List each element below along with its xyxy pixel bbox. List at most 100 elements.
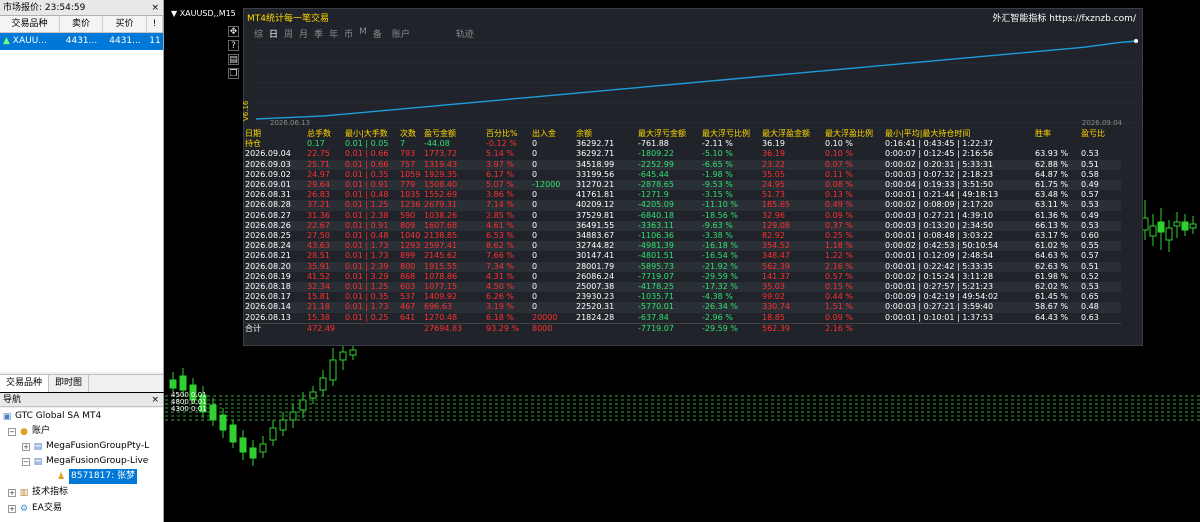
stats-cell: 0	[532, 282, 538, 292]
collapse-icon[interactable]: −	[22, 457, 30, 466]
expand-icon[interactable]: +	[8, 488, 16, 497]
stats-cell: 0.58	[1081, 169, 1099, 179]
candle-body	[1149, 225, 1157, 237]
chevron-down-icon[interactable]: ▼	[171, 9, 177, 18]
stats-cell: 4.50 %	[486, 282, 514, 292]
stats-cell: 0:00:01 | 0:27:57 | 5:21:23	[885, 282, 994, 292]
stats-cell: 40209.12	[576, 200, 615, 210]
stats-cell: 0:00:04 | 0:19:33 | 3:51:50	[885, 180, 994, 190]
expand-icon[interactable]: +	[22, 442, 30, 451]
stats-cell: 3.97 %	[486, 159, 514, 169]
tree-item-server-2[interactable]: − ▤ MegaFusionGroup-Live	[22, 454, 148, 469]
tree-item-server-1[interactable]: + ▤ MegaFusionGroupPty-L	[22, 439, 149, 454]
stats-cell: 99.02	[762, 292, 785, 302]
close-icon[interactable]: ×	[151, 393, 163, 406]
symbol-row[interactable]: ▲ XAUU... 4431... 4431... 11	[0, 33, 163, 50]
stats-cell: 1.22 %	[825, 251, 853, 261]
column-bid[interactable]: 卖价	[60, 16, 103, 32]
stats-cell: 0:00:07 | 0:12:45 | 2:16:56	[885, 149, 994, 159]
stats-cell: 141.37	[762, 271, 790, 281]
help-icon[interactable]: ?	[228, 40, 239, 51]
overlay-brand[interactable]: 外汇智能指标 https://fxznzb.com/	[992, 11, 1136, 24]
stats-cell: 0.07 %	[825, 159, 853, 169]
column-ask[interactable]: 买价	[103, 16, 147, 32]
stats-cell: 持仓	[245, 139, 261, 149]
stats-cell: 36491.55	[576, 220, 615, 230]
stats-cell: 0	[532, 292, 538, 302]
candle-body	[319, 377, 327, 391]
stats-cell: 4.61 %	[486, 220, 514, 230]
expand-icon[interactable]: +	[8, 504, 16, 513]
stats-cell: 0.57	[1081, 251, 1099, 261]
stats-cell: 3.86 %	[486, 190, 514, 200]
stats-cell: 1078.86	[424, 271, 458, 281]
stats-cell: 7.34 %	[486, 261, 514, 271]
tree-item-ea[interactable]: + ⚙ EA交易	[8, 501, 62, 516]
stats-cell: 63.93 %	[1035, 149, 1069, 159]
equity-curve	[254, 39, 1139, 124]
stats-cell: 27.50	[307, 231, 330, 241]
stats-cell: 0.10 %	[825, 139, 853, 149]
tree-label: 8571817: 张梦	[69, 469, 137, 484]
level-labels: 4500 0.01 4800 0.01 4300 0.01	[171, 392, 207, 413]
crosshair-icon[interactable]: ✥	[228, 26, 239, 37]
tree-label: 技术指标	[32, 487, 69, 497]
market-watch-title-bar: 市场报价: 23:54:59 ×	[0, 0, 163, 16]
stats-cell: 0.01 | 1.73	[345, 302, 389, 312]
stats-cell: 34518.99	[576, 159, 615, 169]
stats-cell: 0:00:01 | 0:12:09 | 2:48:54	[885, 251, 994, 261]
stats-cell: 1.51 %	[825, 302, 853, 312]
stats-cell: -29.59 %	[702, 271, 738, 281]
stats-cell: 0.44 %	[825, 292, 853, 302]
column-extra[interactable]: !	[147, 16, 163, 32]
stats-cell: -2.96 %	[702, 312, 733, 322]
stats-cell: 2026.08.25	[245, 231, 291, 241]
candle-body	[329, 359, 337, 381]
tree-item-broker[interactable]: ▣ GTC Global SA MT4	[2, 409, 102, 424]
stats-cell: 0.37 %	[825, 220, 853, 230]
stats-cell: 36.19	[762, 149, 785, 159]
stats-cell: 2597.41	[424, 241, 458, 251]
stats-cell: 15.81	[307, 292, 330, 302]
stats-cell: 0.01 | 0.66	[345, 159, 389, 169]
collapse-icon[interactable]: −	[8, 427, 16, 436]
stats-row: 2026.08.28 37.21 0.01 | 1.25 1236 2679.31 7.1…	[245, 200, 1121, 211]
stats-cell: 2.85 %	[486, 210, 514, 220]
stats-cell: 31270.21	[576, 180, 615, 190]
tree-label: 账户	[32, 426, 51, 436]
stats-cell: -5770.01	[638, 302, 674, 312]
stats-cell: 次数	[400, 129, 416, 138]
stats-cell	[576, 322, 638, 335]
tab-symbols[interactable]: 交易品种	[0, 375, 50, 392]
stats-cell: 0.63	[1081, 312, 1099, 322]
stats-cell: 0.01 | 0.66	[345, 149, 389, 159]
stats-row: 2026.08.19 41.52 0.01 | 3.29 868 1078.86 4.31…	[245, 272, 1121, 282]
stats-cell: -16.18 %	[702, 241, 738, 251]
stats-cell: 2026.09.03	[245, 159, 291, 169]
tree-item-indicators[interactable]: + ▥ 技术指标	[8, 485, 68, 500]
tree-label: GTC Global SA MT4	[15, 411, 102, 421]
stats-cell: -9.53 %	[702, 180, 733, 190]
stats-cell: 64.87 %	[1035, 169, 1069, 179]
tab-tick-chart[interactable]: 即时图	[49, 375, 90, 392]
tree-item-account[interactable]: ♟ 8571817: 张梦	[56, 469, 137, 484]
stats-cell: 25.71	[307, 159, 330, 169]
stats-cell: 盈亏比	[1081, 129, 1105, 138]
stats-cell: 盈亏金额	[424, 129, 456, 138]
tree-label: EA交易	[32, 503, 62, 513]
column-symbol[interactable]: 交易品种	[0, 16, 60, 32]
stats-cell: 37.21	[307, 200, 330, 210]
stats-cell: -645.44	[638, 169, 669, 179]
stats-cell: 百分比%	[486, 129, 518, 138]
close-icon[interactable]: ×	[151, 0, 163, 15]
ea-icon: ⚙	[19, 503, 29, 514]
candle-body	[1165, 227, 1173, 241]
stats-cell: 6.18 %	[486, 312, 514, 322]
stats-cell: 0:00:02 | 0:42:53 | 50:10:54	[885, 241, 999, 251]
stats-cell: 51.73	[762, 190, 785, 200]
window-icon[interactable]: ❐	[228, 68, 239, 79]
save-icon[interactable]: ▤	[228, 54, 239, 65]
candle-body	[1157, 221, 1165, 233]
stats-cell: 2026.08.26	[245, 220, 291, 230]
tree-item-accounts[interactable]: − ● 账户	[8, 424, 50, 439]
